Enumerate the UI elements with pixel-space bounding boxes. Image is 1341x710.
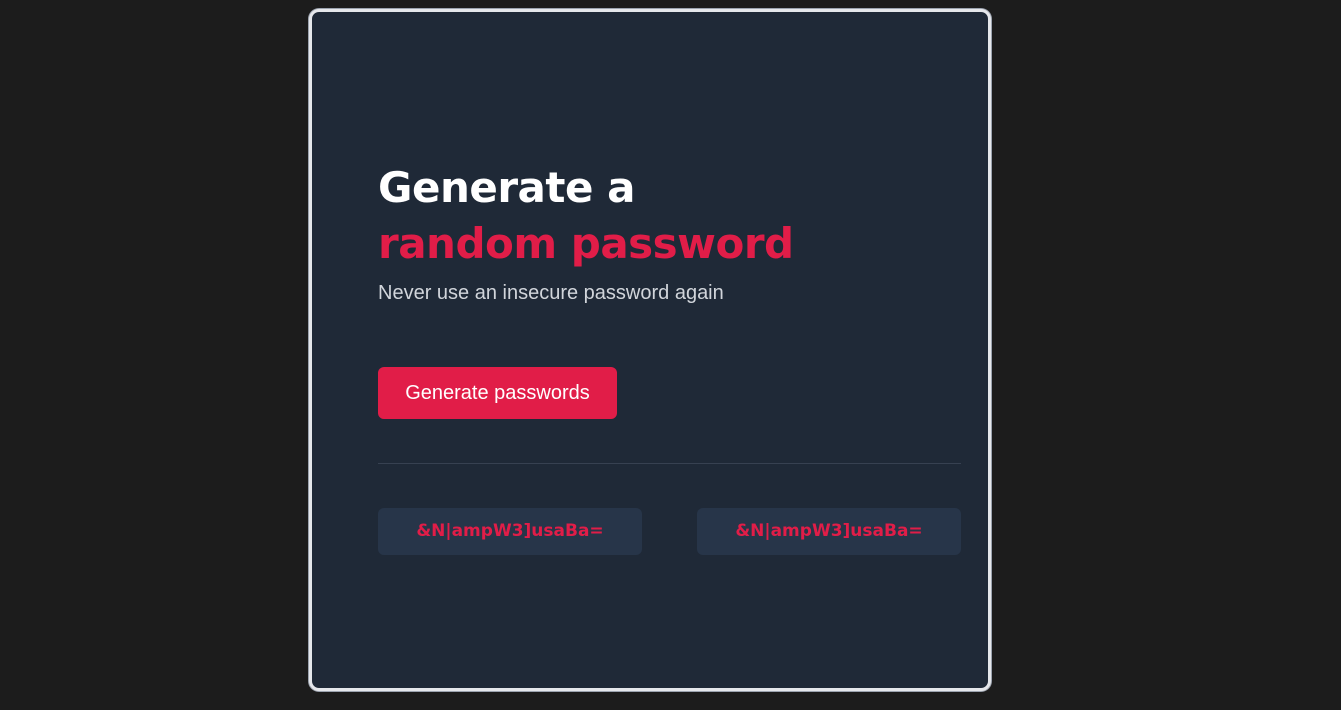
title-line-2-highlight: random password — [378, 219, 794, 268]
divider — [378, 463, 961, 464]
password-generator-card: Generate a random password Never use an … — [309, 9, 991, 691]
password-output-2[interactable]: &N|ampW3]usaBa= — [697, 508, 961, 555]
subtitle: Never use an insecure password again — [378, 282, 724, 304]
page-title: Generate a random password — [378, 160, 794, 272]
generate-passwords-button[interactable]: Generate passwords — [378, 367, 617, 419]
password-output-1[interactable]: &N|ampW3]usaBa= — [378, 508, 642, 555]
title-line-1: Generate a — [378, 163, 635, 212]
